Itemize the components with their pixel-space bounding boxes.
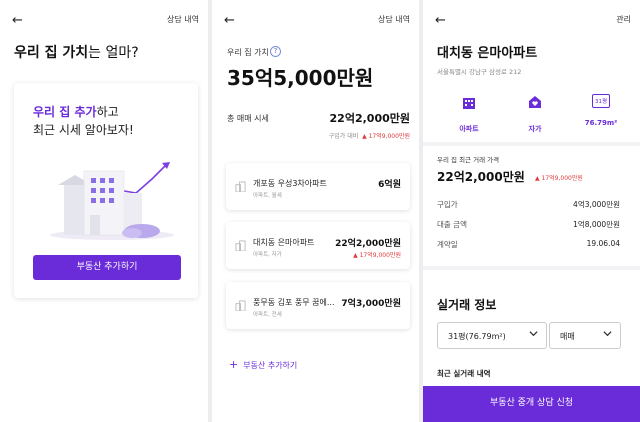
sum-label: 총 매매 시세 xyxy=(227,114,269,123)
top-bar: ← 상담 내역 xyxy=(0,12,208,32)
compare-line: 구입가 대비 ▲ 17억9,000만원 xyxy=(329,131,410,140)
trade-type-select[interactable]: 매매 xyxy=(549,322,621,349)
sum-value: 22억2,000만원 xyxy=(329,112,410,125)
building-icon xyxy=(235,240,246,251)
info-key: 계약일 xyxy=(437,240,458,249)
size-badge-icon: 31평 xyxy=(592,94,610,108)
screen-property-detail: ← 관리 대치동 은마아파트 서울특별시 강남구 삼성로 212 아파트 자가 … xyxy=(423,0,640,422)
top-bar: ← 상담 내역 xyxy=(212,12,419,32)
home-heart-icon xyxy=(529,96,541,108)
add-property-button[interactable]: 부동산 추가하기 xyxy=(33,255,181,280)
consult-history-link[interactable]: 상담 내역 xyxy=(378,14,410,25)
attr-type-label: 아파트 xyxy=(459,125,479,133)
divider xyxy=(423,266,640,270)
divider xyxy=(423,142,640,146)
card-headline: 우리 집 추가하고 xyxy=(33,103,119,120)
property-value: 7억3,000만원 xyxy=(341,299,401,309)
property-sub: 아파트, 전세 xyxy=(253,312,282,318)
property-change: ▲ 17억9,000만원 xyxy=(353,252,401,259)
recent-trades-label: 최근 실거래 내역 xyxy=(437,369,491,378)
attr-size: 31평 76.79m² xyxy=(571,94,631,127)
arrow-left-icon[interactable]: ← xyxy=(12,12,23,30)
attr-ownership-label: 자가 xyxy=(528,125,542,133)
broker-consult-button[interactable]: 부동산 중개 상담 신청 xyxy=(423,386,640,422)
property-attributes: 아파트 자가 31평 76.79m² xyxy=(437,94,633,134)
home-value-label: 우리 집 가치 xyxy=(227,48,269,57)
total-home-value: 35억5,000만원 xyxy=(227,66,374,90)
card-subline: 최근 시세 알아보자! xyxy=(33,123,134,137)
info-key: 구입가 xyxy=(437,200,458,209)
property-card[interactable]: 풍무동 김포 풍무 꿈에... 아파트, 전세 7억3,000만원 xyxy=(226,282,410,329)
property-address: 서울특별시 강남구 삼성로 212 xyxy=(437,68,522,76)
section-title: 실거래 정보 xyxy=(437,298,497,312)
info-value: 1억8,000만원 xyxy=(573,220,620,229)
app-screens: ← 상담 내역 우리 집 가치는 얼마? 우리 집 추가하고 최근 시세 알아보… xyxy=(0,0,640,422)
property-name: 개포동 우성3차아파트 xyxy=(253,179,327,188)
property-name: 대치동 은마아파트 xyxy=(253,238,315,247)
screen-home-value-empty: ← 상담 내역 우리 집 가치는 얼마? 우리 집 추가하고 최근 시세 알아보… xyxy=(0,0,208,422)
building-icon xyxy=(235,181,246,192)
property-sub: 아파트, 월세 xyxy=(253,193,282,199)
top-bar: ← 관리 xyxy=(423,12,640,32)
property-card[interactable]: 대치동 은마아파트 아파트, 자가 22억2,000만원 ▲ 17억9,000만… xyxy=(226,222,410,269)
buildings-illustration xyxy=(50,162,174,240)
add-home-card: 우리 집 추가하고 최근 시세 알아보자! 부동산 추가하기 xyxy=(14,83,198,298)
compare-change: ▲ 17억9,000만원 xyxy=(362,133,410,140)
recent-price-label: 우리 집 최근 거래 가격 xyxy=(437,156,500,164)
building-icon xyxy=(235,300,246,311)
chevron-down-icon xyxy=(529,331,538,337)
trade-type-value: 매매 xyxy=(560,332,575,341)
size-select[interactable]: 31평(76.79m²) xyxy=(437,322,547,349)
info-row: 계약일 19.06.04 xyxy=(437,239,620,251)
property-name: 풍무동 김포 풍무 꿈에... xyxy=(253,298,335,307)
attr-ownership: 자가 xyxy=(505,94,565,134)
building-icon xyxy=(463,98,475,109)
property-sub: 아파트, 자가 xyxy=(253,252,282,258)
arrow-left-icon[interactable]: ← xyxy=(224,12,235,30)
info-key: 대출 금액 xyxy=(437,220,467,229)
info-value: 4억3,000만원 xyxy=(573,200,620,209)
size-select-value: 31평(76.79m²) xyxy=(448,332,506,341)
property-card[interactable]: 개포동 우성3차아파트 아파트, 월세 6억원 xyxy=(226,163,410,210)
card-rest: 하고 xyxy=(96,105,119,119)
attr-type: 아파트 xyxy=(439,94,499,134)
add-property-label: 부동산 추가하기 xyxy=(243,361,298,370)
recent-price-value: 22억2,000만원 xyxy=(437,170,525,184)
consult-history-link[interactable]: 상담 내역 xyxy=(167,14,199,25)
card-highlight: 우리 집 추가 xyxy=(33,105,97,119)
chevron-down-icon xyxy=(603,331,612,337)
info-row: 구입가 4억3,000만원 xyxy=(437,199,620,211)
manage-link[interactable]: 관리 xyxy=(616,14,631,25)
title-bold: 우리 집 가치 xyxy=(14,45,89,61)
add-property-link[interactable]: + 부동산 추가하기 xyxy=(229,358,297,371)
title-light: 는 얼마? xyxy=(88,45,139,61)
recent-price-change: ▲ 17억9,000만원 xyxy=(535,175,583,182)
info-value: 19.06.04 xyxy=(586,239,620,248)
plus-icon: + xyxy=(229,358,239,371)
property-value: 22억2,000만원 xyxy=(335,239,401,249)
compare-label: 구입가 대비 xyxy=(328,133,359,140)
info-row: 대출 금액 1억8,000만원 xyxy=(437,219,620,231)
property-value: 6억원 xyxy=(378,180,401,190)
question-circle-icon[interactable]: ? xyxy=(270,46,281,57)
attr-size-label: 76.79m² xyxy=(584,119,618,127)
page-title: 우리 집 가치는 얼마? xyxy=(14,42,139,62)
screen-home-value-list: ← 상담 내역 우리 집 가치 ? 35억5,000만원 총 매매 시세 22억… xyxy=(212,0,419,422)
size-badge-text: 31평 xyxy=(594,99,608,105)
property-title: 대치동 은마아파트 xyxy=(437,46,538,61)
arrow-left-icon[interactable]: ← xyxy=(435,12,446,30)
